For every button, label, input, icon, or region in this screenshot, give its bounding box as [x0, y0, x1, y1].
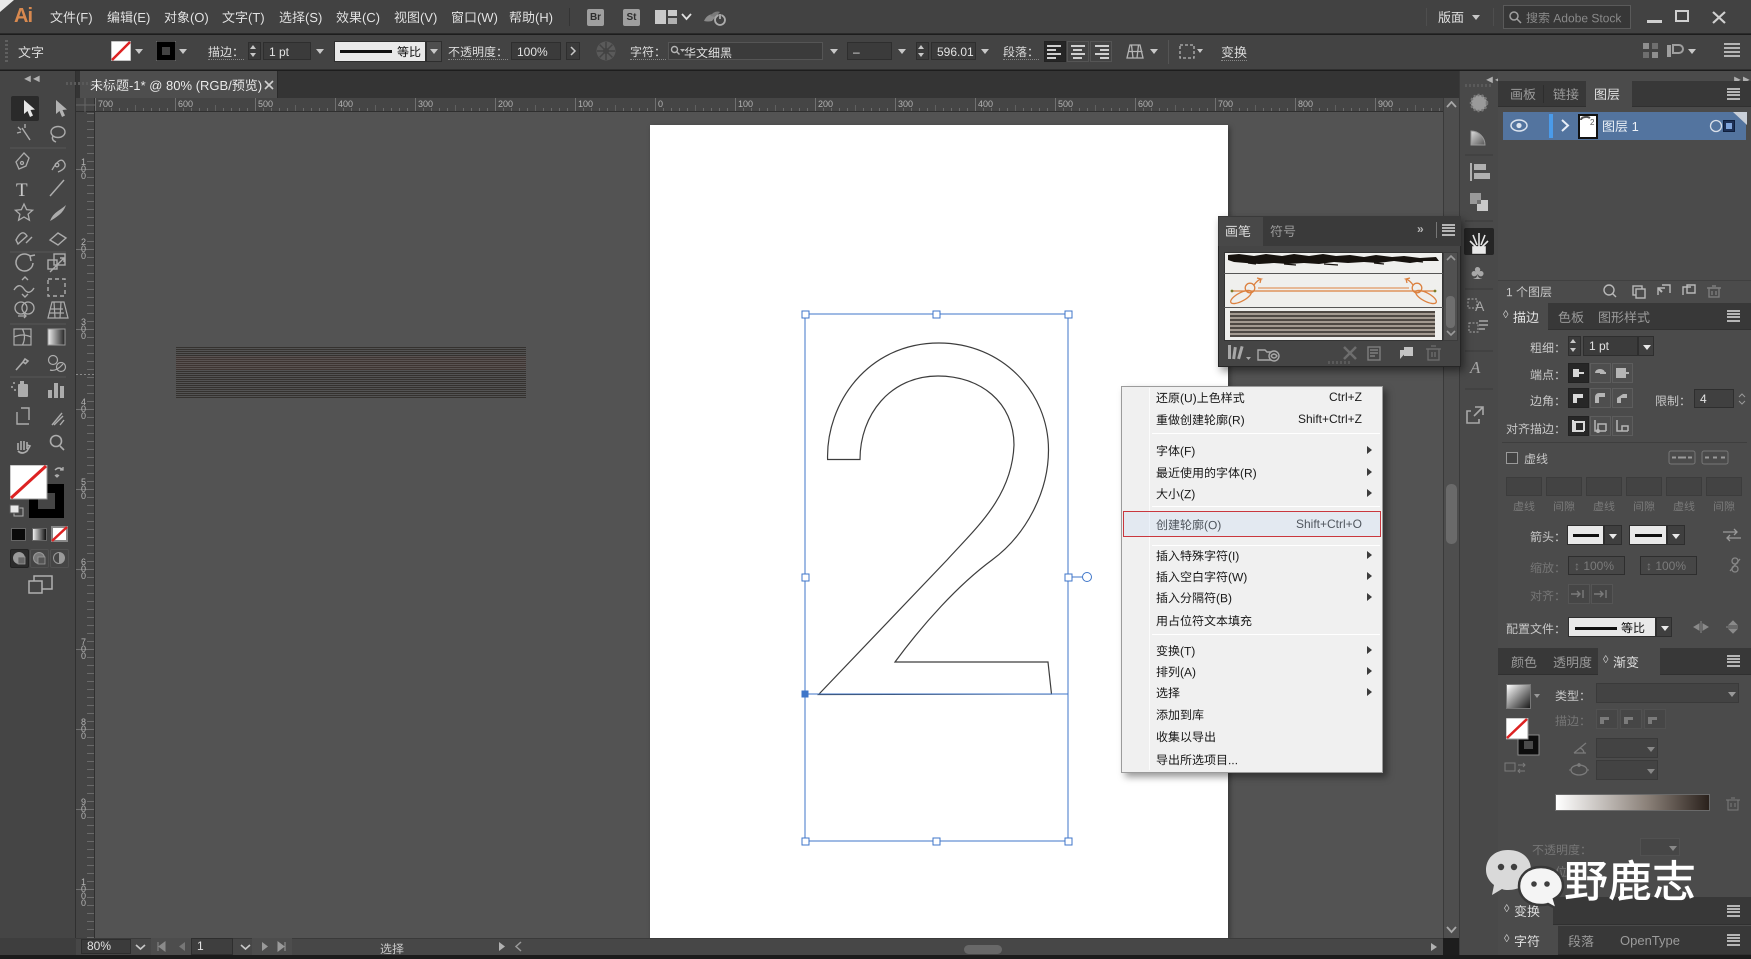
svg-text:♣: ♣ [1471, 262, 1484, 284]
svg-text:A: A [1469, 358, 1481, 377]
svg-text:T: T [16, 180, 28, 201]
svg-text:2: 2 [1590, 118, 1595, 127]
